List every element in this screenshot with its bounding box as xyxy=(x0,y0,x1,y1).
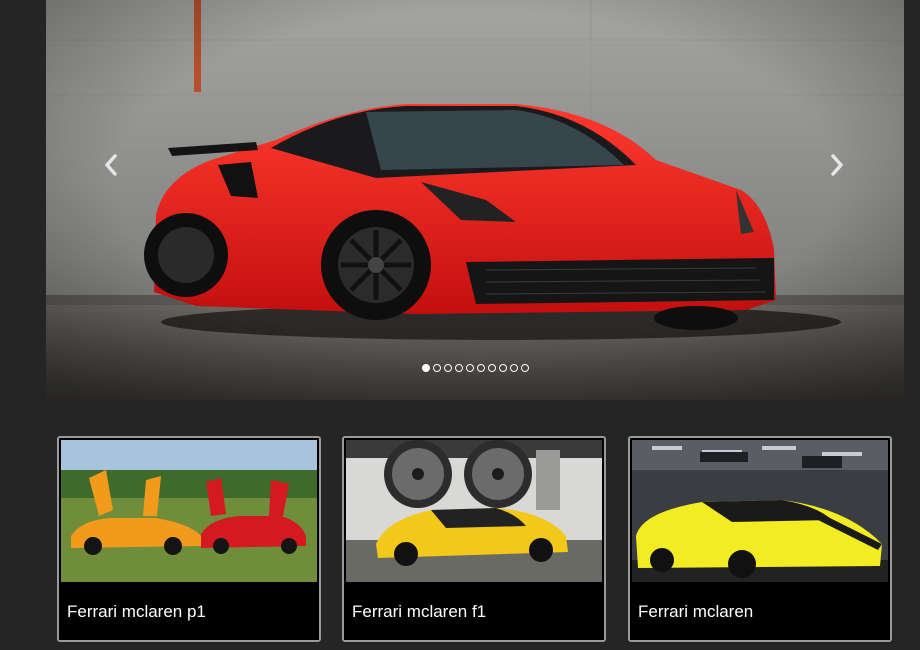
card-image xyxy=(632,440,888,582)
slider-dot[interactable] xyxy=(487,364,496,372)
card-image xyxy=(346,440,602,582)
slider-dot[interactable] xyxy=(454,364,463,372)
card-title[interactable]: Ferrari mclaren f1 xyxy=(344,584,604,640)
slider-dot[interactable] xyxy=(421,364,430,372)
slider-dot[interactable] xyxy=(520,364,529,372)
slider-dot[interactable] xyxy=(498,364,507,372)
slider-pagination xyxy=(46,364,904,374)
gallery-card[interactable]: Ferrari mclaren f1 xyxy=(342,436,606,642)
slider-dot[interactable] xyxy=(443,364,452,372)
card-title[interactable]: Ferrari mclaren p1 xyxy=(59,584,319,640)
chevron-right-icon xyxy=(831,154,843,176)
chevron-left-icon xyxy=(105,154,117,176)
gallery-card[interactable]: Ferrari mclaren p1 xyxy=(57,436,321,642)
slider-dot[interactable] xyxy=(465,364,474,372)
slider-dot[interactable] xyxy=(476,364,485,372)
hero-slider xyxy=(46,0,904,400)
slider-prev-button[interactable] xyxy=(96,148,126,182)
slide-image xyxy=(46,0,904,400)
slider-dot[interactable] xyxy=(509,364,518,372)
card-image xyxy=(61,440,317,582)
slider-dot[interactable] xyxy=(432,364,441,372)
gallery-cards: Ferrari mclaren p1 Ferrari mclaren f1 Fe… xyxy=(0,436,920,642)
gallery-card[interactable]: Ferrari mclaren xyxy=(628,436,892,642)
slider-next-button[interactable] xyxy=(822,148,852,182)
card-title[interactable]: Ferrari mclaren xyxy=(630,584,890,640)
